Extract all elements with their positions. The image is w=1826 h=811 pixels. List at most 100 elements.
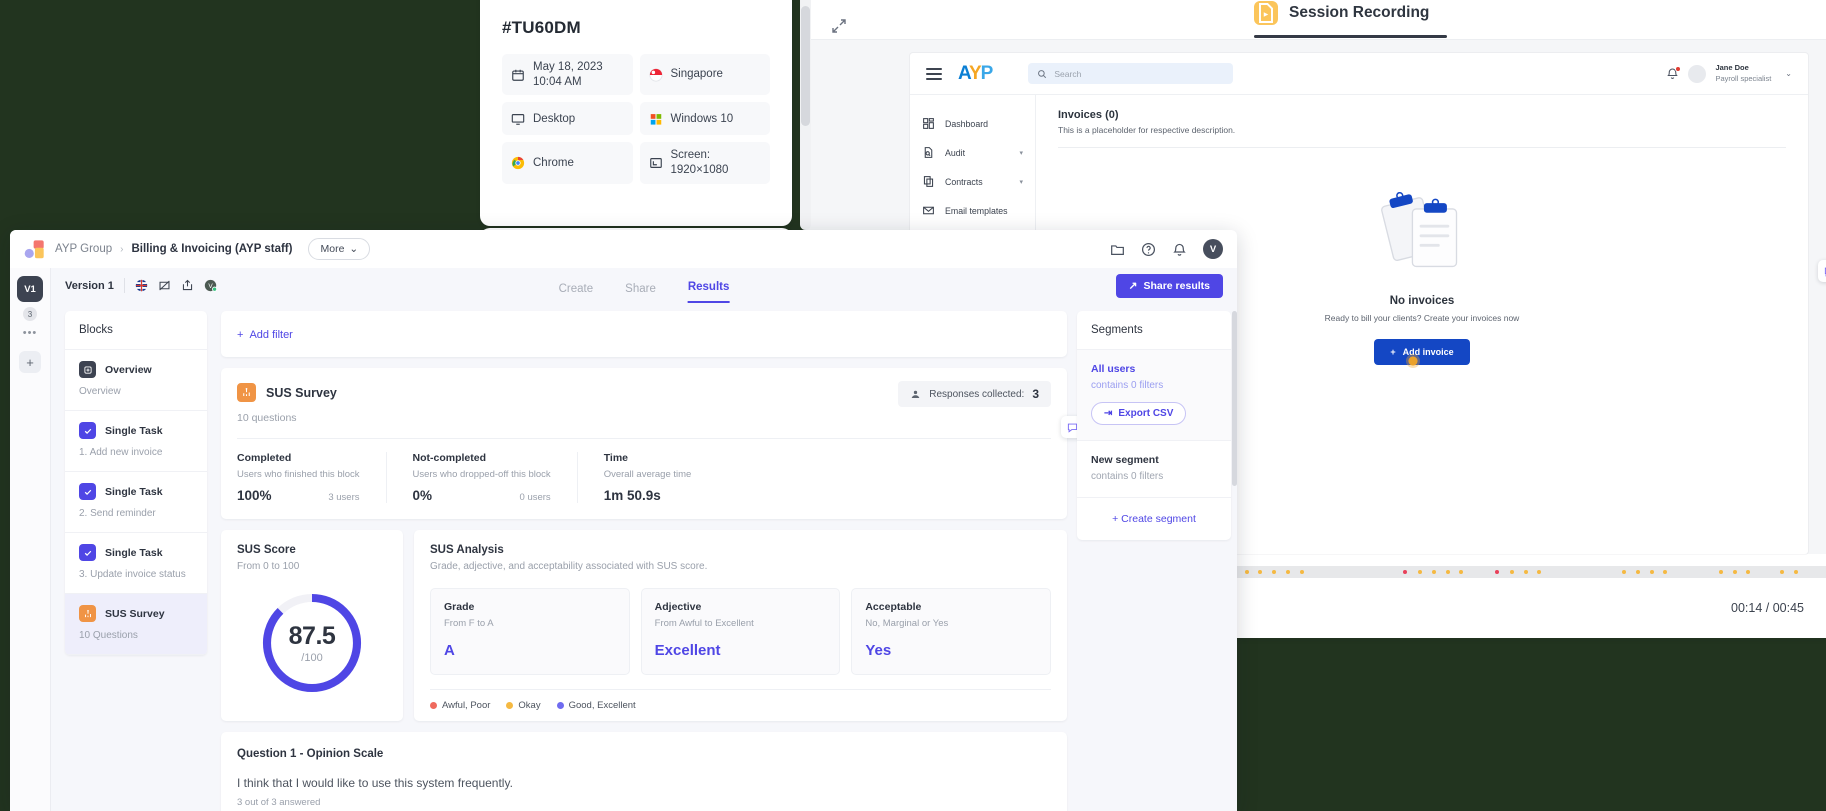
stat-row: 1m 50.9s: [604, 488, 710, 503]
app-logo[interactable]: [24, 239, 45, 260]
app-content: Version 1 V Create Share Results ↗ Share r…: [51, 268, 1237, 811]
sidebar-label: Audit: [945, 147, 966, 158]
session-meta-label: Chrome: [533, 156, 574, 169]
legend-label: Awful, Poor: [442, 700, 491, 711]
block-item[interactable]: Single Task 1. Add new invoice: [65, 411, 207, 472]
user-menu[interactable]: Jane Doe Payroll specialist ⌄: [1666, 63, 1792, 83]
audit-icon: [924, 147, 933, 158]
sidebar-item-dashboard[interactable]: Dashboard: [910, 109, 1035, 138]
timeline-event-dot: [1649, 570, 1654, 574]
blocks-column: Blocks Overview Overview Single Task 1. Add…: [51, 303, 207, 811]
block-name: Single Task: [105, 546, 163, 559]
search-input[interactable]: Search: [1028, 63, 1234, 84]
scrollbar[interactable]: [800, 0, 811, 230]
recorded-app-header: AYP Search Jane Doe Payroll specialist ⌄: [910, 53, 1808, 95]
menu-icon[interactable]: [926, 67, 942, 80]
sus-score-card: SUS Score From 0 to 100 87.5 /100: [221, 530, 403, 721]
block-item[interactable]: Overview Overview: [65, 350, 207, 411]
question-meta: 3 out of 3 answered: [237, 797, 321, 808]
stat-name: Completed: [237, 452, 292, 464]
add-invoice-button[interactable]: + Add invoice: [1374, 339, 1470, 368]
collaborator-avatar[interactable]: V: [204, 279, 217, 292]
stat-value: 0%: [412, 488, 433, 503]
version-chip[interactable]: V1: [17, 276, 43, 302]
sidebar-label: Dashboard: [945, 118, 989, 129]
screen-icon: [649, 158, 662, 169]
block-description: 1. Add new invoice: [79, 447, 163, 458]
scrollbar-thumb[interactable]: [801, 6, 810, 126]
notification-bell-icon[interactable]: [1666, 65, 1682, 81]
question-text: I think that I would like to use this sy…: [237, 776, 513, 790]
segments-column: Segments All users contains 0 filters ⇥ …: [1077, 303, 1237, 811]
windows-icon: [650, 114, 661, 125]
sidebar-item-email-templates[interactable]: Email templates: [910, 196, 1035, 225]
analysis-box: Grade From F to A A: [430, 588, 630, 675]
export-icon[interactable]: [181, 279, 194, 292]
app-topbar: AYP Group › Billing & Invoicing (AYP sta…: [10, 230, 1237, 268]
tab-session-recording[interactable]: Session Recording: [1254, 1, 1448, 38]
segment-all-users[interactable]: All users contains 0 filters ⇥ Export CS…: [1077, 350, 1231, 441]
blocks-card: Blocks Overview Overview Single Task 1. Add…: [65, 311, 207, 655]
share-results-label: Share results: [1143, 279, 1210, 292]
divider: [1058, 147, 1786, 148]
version-more-icon[interactable]: •••: [10, 327, 50, 339]
scrollbar-thumb[interactable]: [1232, 311, 1237, 486]
session-meta-label: Windows 10: [670, 112, 734, 125]
results-scrollbar[interactable]: [1232, 311, 1237, 571]
tab-results[interactable]: Results: [687, 281, 730, 303]
add-filter-label: Add filter: [249, 329, 293, 341]
more-label: More: [320, 243, 345, 255]
block-item[interactable]: Single Task 3. Update invoice status: [65, 533, 207, 594]
block-item[interactable]: SUS Survey 10 Questions: [65, 594, 207, 655]
export-csv-button[interactable]: ⇥ Export CSV: [1091, 402, 1187, 425]
tab-create[interactable]: Create: [559, 283, 594, 303]
survey-title: SUS Survey: [266, 385, 337, 400]
chevron-down-icon[interactable]: ⌄: [1785, 69, 1792, 78]
timeline-event-dot: [1732, 570, 1737, 574]
no-preview-icon[interactable]: [158, 279, 171, 292]
sus-analysis-legend: Awful, Poor Okay Good, Excellent: [430, 700, 1051, 711]
feedback-bubble-icon[interactable]: [1818, 260, 1826, 282]
segment-filters: contains 0 filters: [1091, 471, 1164, 482]
user-role: Payroll specialist: [1715, 73, 1772, 83]
comment-bubble-icon[interactable]: [1061, 416, 1077, 438]
sidebar-item-audit[interactable]: Audit ▾: [910, 138, 1035, 167]
overview-icon: [79, 361, 96, 378]
uk-flag-icon[interactable]: [135, 279, 148, 292]
sidebar-item-contracts[interactable]: Contracts ▾: [910, 167, 1035, 196]
block-top: Overview: [79, 361, 193, 378]
recording-topbar: Session Recording: [806, 0, 1826, 40]
analysis-box-range: From F to A: [444, 618, 494, 629]
breadcrumb-org[interactable]: AYP Group: [55, 243, 112, 255]
analysis-box-range: From Awful to Excellent: [654, 618, 754, 629]
tabs-row: Version 1 V Create Share Results ↗ Share r…: [51, 268, 1237, 303]
analysis-box: Acceptable No, Marginal or Yes Yes: [851, 588, 1052, 675]
block-item[interactable]: Single Task 2. Send reminder: [65, 472, 207, 533]
analysis-box-name: Adjective: [654, 601, 702, 613]
timeline-event-dot: [1537, 570, 1542, 574]
tab-share[interactable]: Share: [625, 283, 656, 303]
add-version-button[interactable]: +: [19, 351, 41, 373]
analysis-box-value: A: [444, 642, 455, 659]
notification-icon[interactable]: [1172, 242, 1187, 257]
screenshot-stage: Session Recording AYP Search Jane Doe Pa…: [0, 0, 1826, 811]
segment-new-segment[interactable]: New segment contains 0 filters: [1077, 441, 1231, 498]
segments-card: Segments All users contains 0 filters ⇥ …: [1077, 311, 1231, 540]
share-results-button[interactable]: ↗ Share results: [1115, 273, 1223, 298]
folder-icon[interactable]: [1110, 242, 1125, 257]
results-app-window: AYP Group › Billing & Invoicing (AYP sta…: [10, 230, 1237, 811]
timeline-event-dot: [1402, 570, 1407, 574]
expand-icon[interactable]: [831, 18, 847, 34]
breadcrumb-project[interactable]: Billing & Invoicing (AYP staff): [131, 243, 292, 255]
plus-icon: +: [1390, 347, 1396, 357]
stat-description: Overall average time: [603, 469, 692, 480]
help-icon[interactable]: [1141, 242, 1156, 257]
session-meta-label: May 18, 2023 10:04 AM: [533, 61, 603, 88]
breadcrumb: AYP Group › Billing & Invoicing (AYP sta…: [55, 243, 292, 255]
avatar[interactable]: V: [1203, 239, 1223, 259]
more-button[interactable]: More ⌄: [308, 238, 371, 260]
block-name: Single Task: [105, 485, 163, 498]
add-filter-button[interactable]: + Add filter: [237, 329, 293, 341]
session-meta-label: Desktop: [533, 112, 576, 125]
create-segment-button[interactable]: + Create segment: [1077, 498, 1231, 540]
